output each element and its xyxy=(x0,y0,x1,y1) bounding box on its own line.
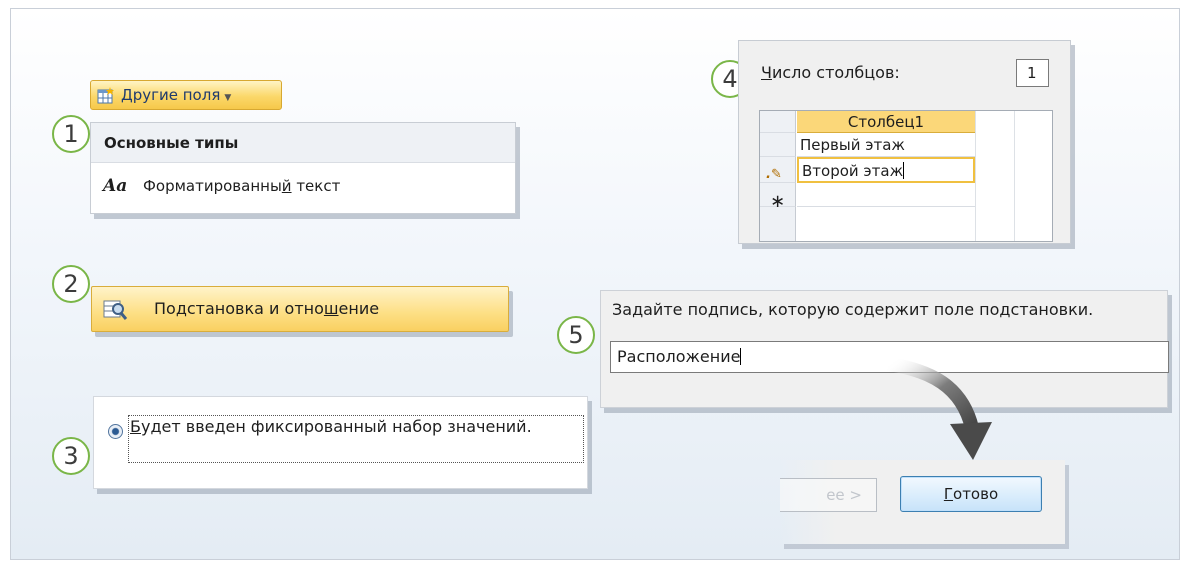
next-button[interactable]: ее > xyxy=(780,478,877,512)
pencil-icon: .✎ xyxy=(766,167,782,182)
values-grid: Столбец1 Первый этаж Второй этаж .✎ ∗ xyxy=(759,110,1053,242)
callout-1: 1 xyxy=(52,115,90,153)
lookup-relationship-label: Подстановка и отношение xyxy=(154,299,380,318)
grid-cell[interactable]: Первый этаж xyxy=(797,133,975,157)
row-selector[interactable] xyxy=(760,133,796,157)
select-all-corner[interactable] xyxy=(760,111,796,133)
grid-cell-new[interactable] xyxy=(797,183,975,207)
column-values-panel: Число столбцов: 1 Столбец1 Первый этаж В… xyxy=(738,40,1071,244)
column-header[interactable]: Столбец1 xyxy=(797,111,975,133)
more-fields-label: Другие поля xyxy=(121,86,221,104)
fixed-values-radio[interactable] xyxy=(108,424,123,439)
grid-line xyxy=(1014,111,1015,241)
callout-2: 2 xyxy=(52,265,90,303)
asterisk-icon: ∗ xyxy=(770,191,786,212)
more-fields-button[interactable]: Другие поля ▼ xyxy=(90,80,282,110)
lookup-relationship-button[interactable]: Подстановка и отношение xyxy=(91,286,509,332)
curved-arrow-icon xyxy=(886,357,992,460)
menu-item-label: Форматированный текст xyxy=(143,177,341,195)
fixed-values-label[interactable]: Будет введен фиксированный набор значени… xyxy=(130,417,532,436)
wizard-buttons: ее > Готово xyxy=(780,460,1065,544)
lookup-wizard-option-panel: Будет введен фиксированный набор значени… xyxy=(93,396,588,489)
finish-button[interactable]: Готово xyxy=(900,476,1042,512)
menu-section-header: Основные типы xyxy=(91,123,515,163)
more-fields-menu: Основные типы Aa Форматированный текст xyxy=(90,122,516,214)
grid-cell-active[interactable]: Второй этаж xyxy=(797,157,975,183)
grid-line xyxy=(975,111,976,241)
row-selector-blank xyxy=(760,207,796,241)
callout-3: 3 xyxy=(52,437,90,475)
rich-text-icon: Aa xyxy=(103,176,128,196)
label-prompt: Задайте подпись, которую содержит поле п… xyxy=(612,300,1094,319)
column-count-input[interactable]: 1 xyxy=(1016,59,1049,87)
menu-item-rich-text[interactable]: Aa Форматированный текст xyxy=(91,163,515,209)
callout-5: 5 xyxy=(557,316,595,354)
column-count-label: Число столбцов: xyxy=(761,63,900,82)
chevron-down-icon: ▼ xyxy=(224,93,232,103)
table-add-icon xyxy=(97,87,114,104)
lookup-relationship-icon xyxy=(103,300,128,320)
